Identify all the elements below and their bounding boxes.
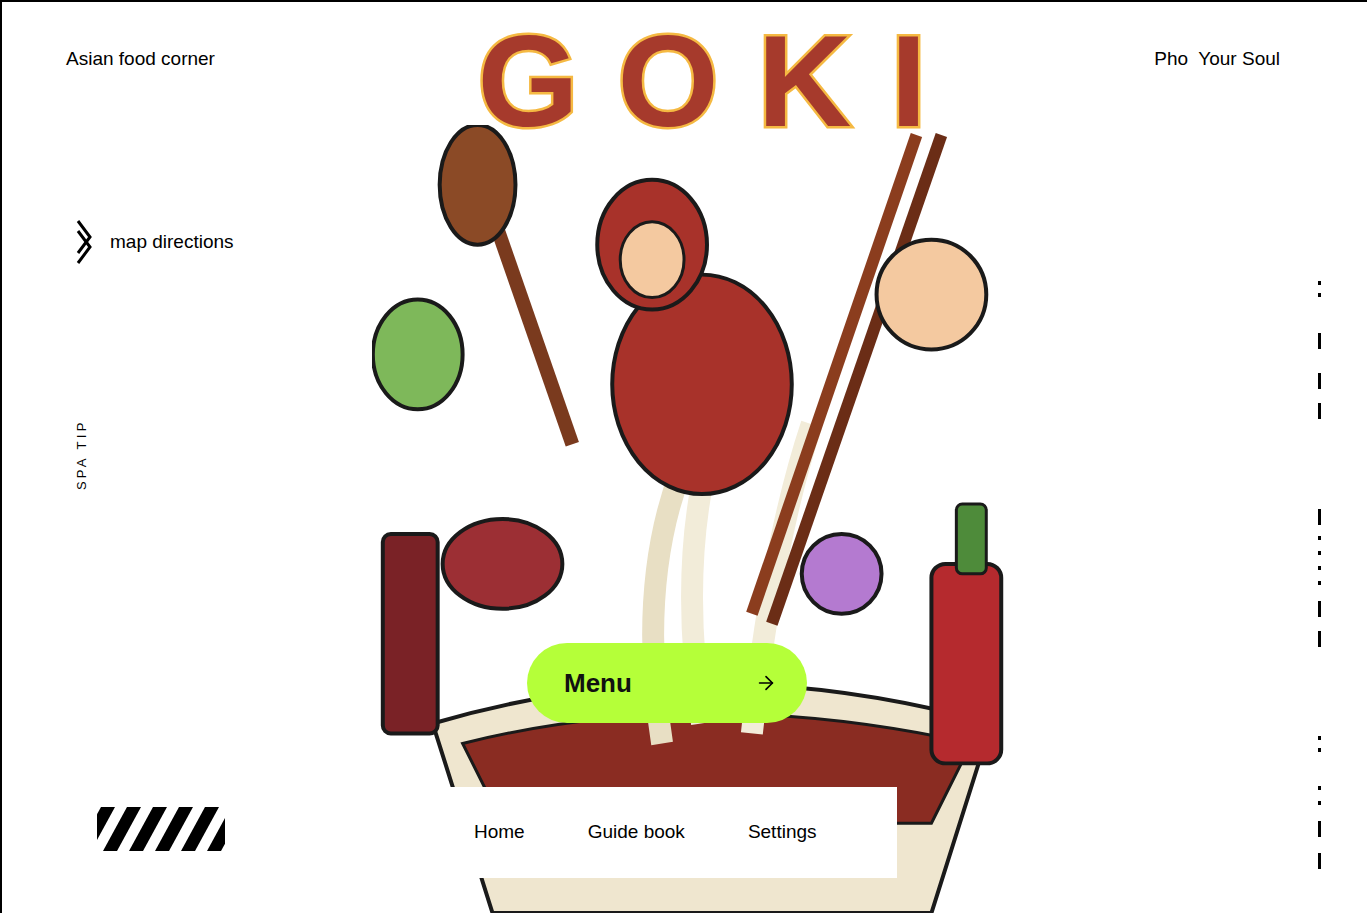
arrow-right-icon [755,672,777,694]
nav-item[interactable]: Guide book [588,818,685,847]
bottom-nav: Home Guide book Settings [442,787,897,878]
menu-button[interactable]: Menu [527,643,807,723]
left-column: Asian food corner map directions SPA TIP [2,2,372,913]
vertical-text-wrap: SPA TIP [66,405,96,505]
dash-line-icon [1318,281,1322,873]
page: Asian food corner map directions SPA TIP GO… [0,0,1367,913]
hero: GOKI Menu Home Guide book Settings [372,2,1032,913]
vertical-text: SPA TIP [71,420,91,491]
nav-item[interactable]: Home [474,818,525,847]
tagline: Asian food corner [66,46,372,72]
logo: GOKI [438,2,965,146]
chevron-icon [76,219,94,265]
map-directions-link[interactable]: map directions [76,219,372,265]
stripes-icon [97,807,225,851]
slogan: Pho Your Soul [1154,46,1280,72]
right-column: Pho Your Soul [1032,2,1367,913]
nav-item[interactable]: Settings [748,818,817,847]
